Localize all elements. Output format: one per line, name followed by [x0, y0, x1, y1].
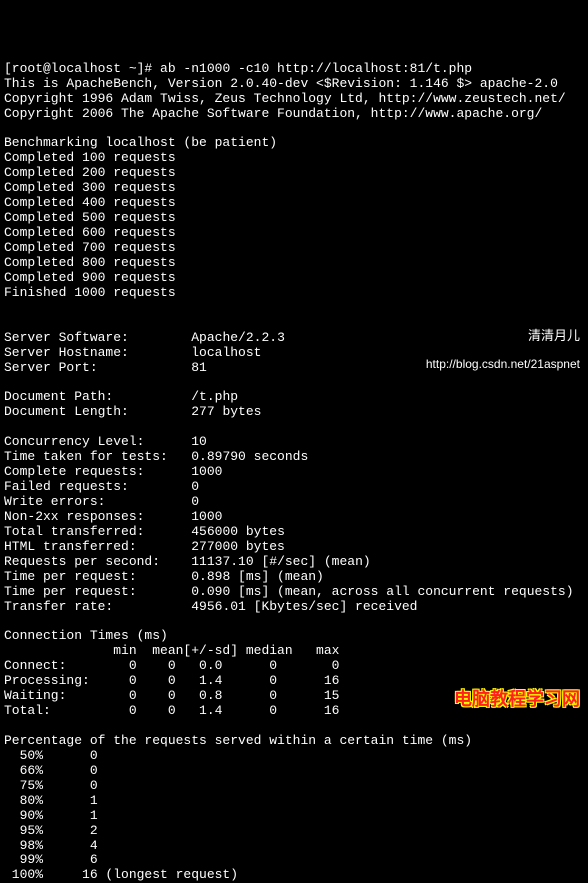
conn-row: Connect: 0 0 0.0 0 0: [4, 658, 339, 673]
kv-row: Server Port: 81: [4, 360, 207, 375]
watermark-author: 清清月儿: [426, 329, 580, 344]
percentile-header: Percentage of the requests served within…: [4, 733, 472, 748]
kv-row: Time per request: 0.090 [ms] (mean, acro…: [4, 584, 574, 599]
kv-row: Total transferred: 456000 bytes: [4, 524, 285, 539]
kv-row: Requests per second: 11137.10 [#/sec] (m…: [4, 554, 371, 569]
kv-row: Non-2xx responses: 1000: [4, 509, 222, 524]
watermark-url: http://blog.csdn.net/21aspnet: [426, 358, 580, 372]
benchmarking-line: Benchmarking localhost (be patient): [4, 135, 277, 150]
kv-row: Complete requests: 1000: [4, 464, 222, 479]
progress-line: Completed 700 requests: [4, 240, 176, 255]
conn-row: Processing: 0 0 1.4 0 16: [4, 673, 339, 688]
progress-line: Completed 300 requests: [4, 180, 176, 195]
kv-row: Document Length: 277 bytes: [4, 404, 261, 419]
progress-line: Completed 400 requests: [4, 195, 176, 210]
percentile-row: 80% 1: [4, 793, 98, 808]
copyright-2: Copyright 2006 The Apache Software Found…: [4, 106, 542, 121]
ab-version: This is ApacheBench, Version 2.0.40-dev …: [4, 76, 558, 91]
shell-prompt: [root@localhost ~]#: [4, 61, 160, 76]
command-text: ab -n1000 -c10 http://localhost:81/t.php: [160, 61, 472, 76]
percentile-row: 66% 0: [4, 763, 98, 778]
kv-row: Failed requests: 0: [4, 479, 199, 494]
kv-row: Server Hostname: localhost: [4, 345, 261, 360]
conn-times-header: Connection Times (ms): [4, 628, 168, 643]
percentile-row: 98% 4: [4, 838, 98, 853]
kv-row: Concurrency Level: 10: [4, 434, 207, 449]
kv-row: Server Software: Apache/2.2.3: [4, 330, 285, 345]
terminal-output: [root@localhost ~]# ab -n1000 -c10 http:…: [4, 61, 574, 883]
progress-line: Completed 500 requests: [4, 210, 176, 225]
percentile-row: 50% 0: [4, 748, 98, 763]
progress-line: Completed 600 requests: [4, 225, 176, 240]
progress-line: Finished 1000 requests: [4, 285, 176, 300]
watermark-site: 电脑教程学习网: [454, 689, 580, 710]
percentile-row: 90% 1: [4, 808, 98, 823]
percentile-row: 95% 2: [4, 823, 98, 838]
progress-line: Completed 900 requests: [4, 270, 176, 285]
conn-times-cols: min mean[+/-sd] median max: [4, 643, 339, 658]
conn-row: Total: 0 0 1.4 0 16: [4, 703, 339, 718]
conn-row: Waiting: 0 0 0.8 0 15: [4, 688, 339, 703]
watermark-blog: 清清月儿 http://blog.csdn.net/21aspnet: [426, 315, 580, 385]
percentile-row: 100% 16 (longest request): [4, 867, 238, 882]
kv-row: Document Path: /t.php: [4, 389, 238, 404]
kv-row: Transfer rate: 4956.01 [Kbytes/sec] rece…: [4, 599, 417, 614]
progress-line: Completed 100 requests: [4, 150, 176, 165]
kv-row: Time taken for tests: 0.89790 seconds: [4, 449, 308, 464]
kv-row: Write errors: 0: [4, 494, 199, 509]
percentile-row: 99% 6: [4, 852, 98, 867]
percentile-row: 75% 0: [4, 778, 98, 793]
copyright-1: Copyright 1996 Adam Twiss, Zeus Technolo…: [4, 91, 566, 106]
progress-line: Completed 200 requests: [4, 165, 176, 180]
kv-row: HTML transferred: 277000 bytes: [4, 539, 285, 554]
kv-row: Time per request: 0.898 [ms] (mean): [4, 569, 324, 584]
progress-line: Completed 800 requests: [4, 255, 176, 270]
